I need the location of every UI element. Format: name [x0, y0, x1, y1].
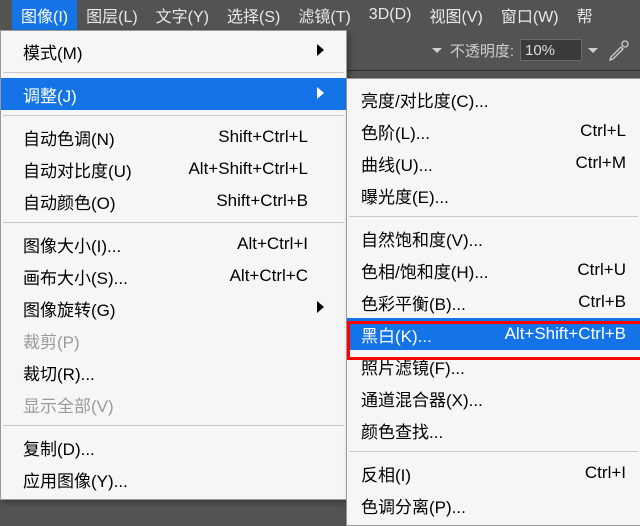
submenu-invert[interactable]: 反相(I)Ctrl+I [347, 457, 640, 489]
opacity-caret-icon[interactable] [588, 48, 598, 53]
menu-trim[interactable]: 裁切(R)... [1, 356, 346, 388]
submenu-brightness-contrast[interactable]: 亮度/对比度(C)... [347, 83, 640, 115]
menu-crop: 裁剪(P) [1, 324, 346, 356]
submenu-exposure[interactable]: 曝光度(E)... [347, 179, 640, 211]
menubar-item-select[interactable]: 选择(S) [218, 0, 289, 31]
menu-canvas-size[interactable]: 画布大小(S)... Alt+Ctrl+C [1, 260, 346, 292]
menu-auto-contrast[interactable]: 自动对比度(U) Alt+Shift+Ctrl+L [1, 153, 346, 185]
menubar-item-window[interactable]: 窗口(W) [492, 0, 568, 31]
menu-auto-color[interactable]: 自动颜色(O) Shift+Ctrl+B [1, 185, 346, 217]
submenu-black-white[interactable]: 黑白(K)...Alt+Shift+Ctrl+B [347, 318, 640, 350]
submenu-hue-saturation[interactable]: 色相/饱和度(H)...Ctrl+U [347, 254, 640, 286]
menu-image-size[interactable]: 图像大小(I)... Alt+Ctrl+I [1, 228, 346, 260]
separator [349, 216, 638, 217]
opacity-field[interactable]: 10% [520, 39, 582, 61]
menubar-item-view[interactable]: 视图(V) [420, 0, 491, 31]
menubar-item-help[interactable]: 帮 [568, 0, 602, 31]
separator [3, 222, 344, 223]
separator [349, 451, 638, 452]
submenu-arrow-icon [317, 87, 324, 99]
separator [3, 115, 344, 116]
menubar-item-type[interactable]: 文字(Y) [147, 0, 218, 31]
menu-reveal-all: 显示全部(V) [1, 388, 346, 420]
menu-duplicate[interactable]: 复制(D)... [1, 431, 346, 463]
submenu-levels[interactable]: 色阶(L)...Ctrl+L [347, 115, 640, 147]
submenu-curves[interactable]: 曲线(U)...Ctrl+M [347, 147, 640, 179]
pressure-brush-icon[interactable] [608, 39, 630, 61]
image-menu-dropdown: 模式(M) 调整(J) 自动色调(N) Shift+Ctrl+L 自动对比度(U… [0, 30, 347, 500]
separator [3, 425, 344, 426]
menu-mode[interactable]: 模式(M) [1, 35, 346, 67]
menubar-item-3d[interactable]: 3D(D) [360, 2, 421, 28]
menubar-item-image[interactable]: 图像(I) [12, 0, 77, 31]
submenu-photo-filter[interactable]: 照片滤镜(F)... [347, 350, 640, 382]
menu-image-rotation[interactable]: 图像旋转(G) [1, 292, 346, 324]
separator [3, 72, 344, 73]
menubar: 图像(I) 图层(L) 文字(Y) 选择(S) 滤镜(T) 3D(D) 视图(V… [0, 0, 640, 31]
menubar-item-filter[interactable]: 滤镜(T) [289, 0, 359, 31]
dropdown-caret[interactable] [402, 39, 442, 61]
opacity-label: 不透明度: [450, 40, 514, 61]
menubar-item-layer[interactable]: 图层(L) [77, 0, 147, 31]
submenu-arrow-icon [317, 44, 324, 56]
menu-auto-tone[interactable]: 自动色调(N) Shift+Ctrl+L [1, 121, 346, 153]
submenu-color-balance[interactable]: 色彩平衡(B)...Ctrl+B [347, 286, 640, 318]
menu-adjustments[interactable]: 调整(J) [1, 78, 346, 110]
submenu-vibrance[interactable]: 自然饱和度(V)... [347, 222, 640, 254]
submenu-color-lookup[interactable]: 颜色查找... [347, 414, 640, 446]
menu-apply-image[interactable]: 应用图像(Y)... [1, 463, 346, 495]
adjustments-submenu: 亮度/对比度(C)... 色阶(L)...Ctrl+L 曲线(U)...Ctrl… [346, 78, 640, 526]
submenu-posterize[interactable]: 色调分离(P)... [347, 489, 640, 521]
submenu-channel-mixer[interactable]: 通道混合器(X)... [347, 382, 640, 414]
submenu-arrow-icon [317, 301, 324, 313]
